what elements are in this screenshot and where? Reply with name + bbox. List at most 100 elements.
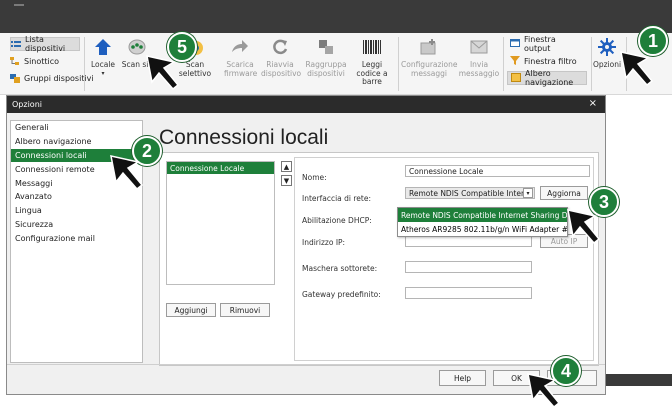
nav-item-sicurezza[interactable]: Sicurezza [11,218,142,232]
callout-5: 5 [167,32,197,62]
app-title-bar [0,0,672,33]
envelope-icon [468,36,490,58]
filter-icon [510,55,520,67]
finestra-filtro-toggle[interactable]: Finestra filtro [507,54,579,68]
window-icon [510,39,520,49]
config-message-icon [418,36,440,58]
albero-navigazione-toggle[interactable]: Albero navigazione [507,69,587,87]
gateway-field[interactable] [405,287,532,299]
raggruppa-dispositivi-label: Raggruppa dispositivi [305,60,347,78]
app-bottom-bar [606,374,672,386]
invia-messaggio-button[interactable]: Invia messaggio [457,36,501,78]
dialog-close-button[interactable]: × [589,98,597,109]
tree-icon [10,56,20,66]
ribbon-separator [503,37,504,91]
nav-item-albero-navigazione[interactable]: Albero navigazione [11,135,142,149]
ribbon-sinottico[interactable]: Sinottico [10,54,59,68]
ribbon-toolbar: Lista dispositivi Sinottico Gruppi dispo… [0,33,672,95]
group-icon [315,36,337,58]
nav-item-generali[interactable]: Generali [11,121,142,135]
scan-selettivo-label: Scan selettivo [178,60,212,78]
scan-sis-label: Scan sis [121,60,153,69]
opzioni-button[interactable]: Opzioni [592,36,622,70]
interface-dropdown-toggle[interactable]: ▾ [523,188,533,198]
raggruppa-dispositivi-button[interactable]: Raggruppa dispositivi [304,36,348,78]
tree-nav-icon [511,72,521,84]
options-dialog: Opzioni × Generali Albero navigazione Co… [6,95,606,395]
move-down-button[interactable]: ▼ [281,175,292,186]
dialog-title-bar: Opzioni × [7,96,605,113]
finestra-output-toggle[interactable]: Finestra output [507,35,579,53]
locale-button[interactable]: Locale ▾ [90,36,116,78]
title-bar-tick [14,4,24,6]
configurazione-messaggi-button[interactable]: Configurazione messaggi [401,36,457,78]
callout-2: 2 [132,136,162,166]
dialog-footer-divider [7,364,605,365]
scan-icon [126,36,148,58]
app-window: Lista dispositivi Sinottico Gruppi dispo… [0,0,672,411]
remove-connection-button[interactable]: Rimuovi [220,303,270,317]
options-nav-list: Generali Albero navigazione Connessioni … [10,120,143,363]
chevron-down-icon: ▼ [283,176,290,185]
home-icon [92,36,114,58]
interface-label: Interfaccia di rete: [302,194,371,203]
callout-1: 1 [638,26,668,56]
ribbon-lista-dispositivi-label: Lista dispositivi [25,35,66,53]
scan-sis-button[interactable]: Scan sis [120,36,154,70]
connections-list: Connessione Locale [166,161,275,285]
connessioni-pane: Connessione Locale ▲ ▼ Aggiungi Rimuovi … [159,152,599,366]
riavvia-dispositivo-label: Riavvia dispositivo [261,60,302,78]
nav-item-messaggi[interactable]: Messaggi [11,176,142,190]
interface-select-value: Remote NDIS Compatible Interne [409,188,534,198]
dhcp-label: Abilitazione DHCP: [302,216,372,225]
interface-dropdown-list: Remote NDIS Compatible Internet Sharing … [397,207,568,237]
opzioni-label: Opzioni [592,60,622,69]
scarica-firmware-button[interactable]: Scarica firmware [224,36,258,78]
refresh-button[interactable]: Aggiorna [540,186,588,200]
nav-item-configurazione-mail[interactable]: Configurazione mail [11,231,142,245]
nav-item-connessioni-locali[interactable]: Connessioni locali [11,148,142,163]
interface-select[interactable]: Remote NDIS Compatible Interne [405,187,535,199]
dropdown-option-atheros[interactable]: Atheros AR9285 802.11b/g/n WiFi Adapter … [398,222,567,236]
albero-navigazione-label: Albero navigazione [525,69,574,87]
chevron-down-icon: ▾ [526,189,530,197]
finestra-filtro-label: Finestra filtro [524,56,577,66]
subnet-mask-label: Maschera sottorete: [302,264,378,273]
riavvia-dispositivo-button[interactable]: Riavvia dispositivo [261,36,302,78]
locale-label: Locale [90,60,116,69]
name-label: Nome: [302,173,327,182]
nav-item-lingua[interactable]: Lingua [11,204,142,218]
scarica-firmware-label: Scarica firmware [224,60,258,78]
ip-label: Indirizzo IP: [302,238,346,247]
gear-icon [596,36,618,58]
ribbon-separator [626,37,627,91]
leggi-codice-button[interactable]: Leggi codice a barre [350,36,394,87]
chevron-down-icon: ▾ [101,69,105,77]
groups-icon [10,73,20,83]
ribbon-separator [591,37,592,91]
list-item[interactable]: Connessione Locale [167,162,274,174]
finestra-output-label: Finestra output [524,35,556,53]
subnet-mask-field[interactable] [405,261,532,273]
ok-button[interactable]: OK [493,370,540,386]
ribbon-separator [398,37,399,91]
ribbon-gruppi-dispositivi[interactable]: Gruppi dispositivi [10,71,94,85]
callout-4: 4 [551,356,581,386]
dropdown-option-remote-ndis[interactable]: Remote NDIS Compatible Internet Sharing … [398,208,567,222]
ribbon-sinottico-label: Sinottico [24,56,60,66]
nav-item-avanzato[interactable]: Avanzato [11,190,142,204]
invia-messaggio-label: Invia messaggio [458,60,500,78]
ribbon-separator [84,37,85,91]
name-field[interactable]: Connessione Locale [405,165,590,177]
list-icon [11,40,21,49]
chevron-up-icon: ▲ [283,162,290,171]
barcode-icon [361,36,383,58]
share-arrow-icon [229,36,251,58]
gateway-label: Gateway predefinito: [302,290,381,299]
nav-item-connessioni-remote[interactable]: Connessioni remote [11,162,142,176]
dialog-title: Opzioni [12,100,42,109]
help-button[interactable]: Help [439,370,486,386]
ribbon-lista-dispositivi[interactable]: Lista dispositivi [10,35,80,53]
add-connection-button[interactable]: Aggiungi [166,303,216,317]
move-up-button[interactable]: ▲ [281,161,292,172]
